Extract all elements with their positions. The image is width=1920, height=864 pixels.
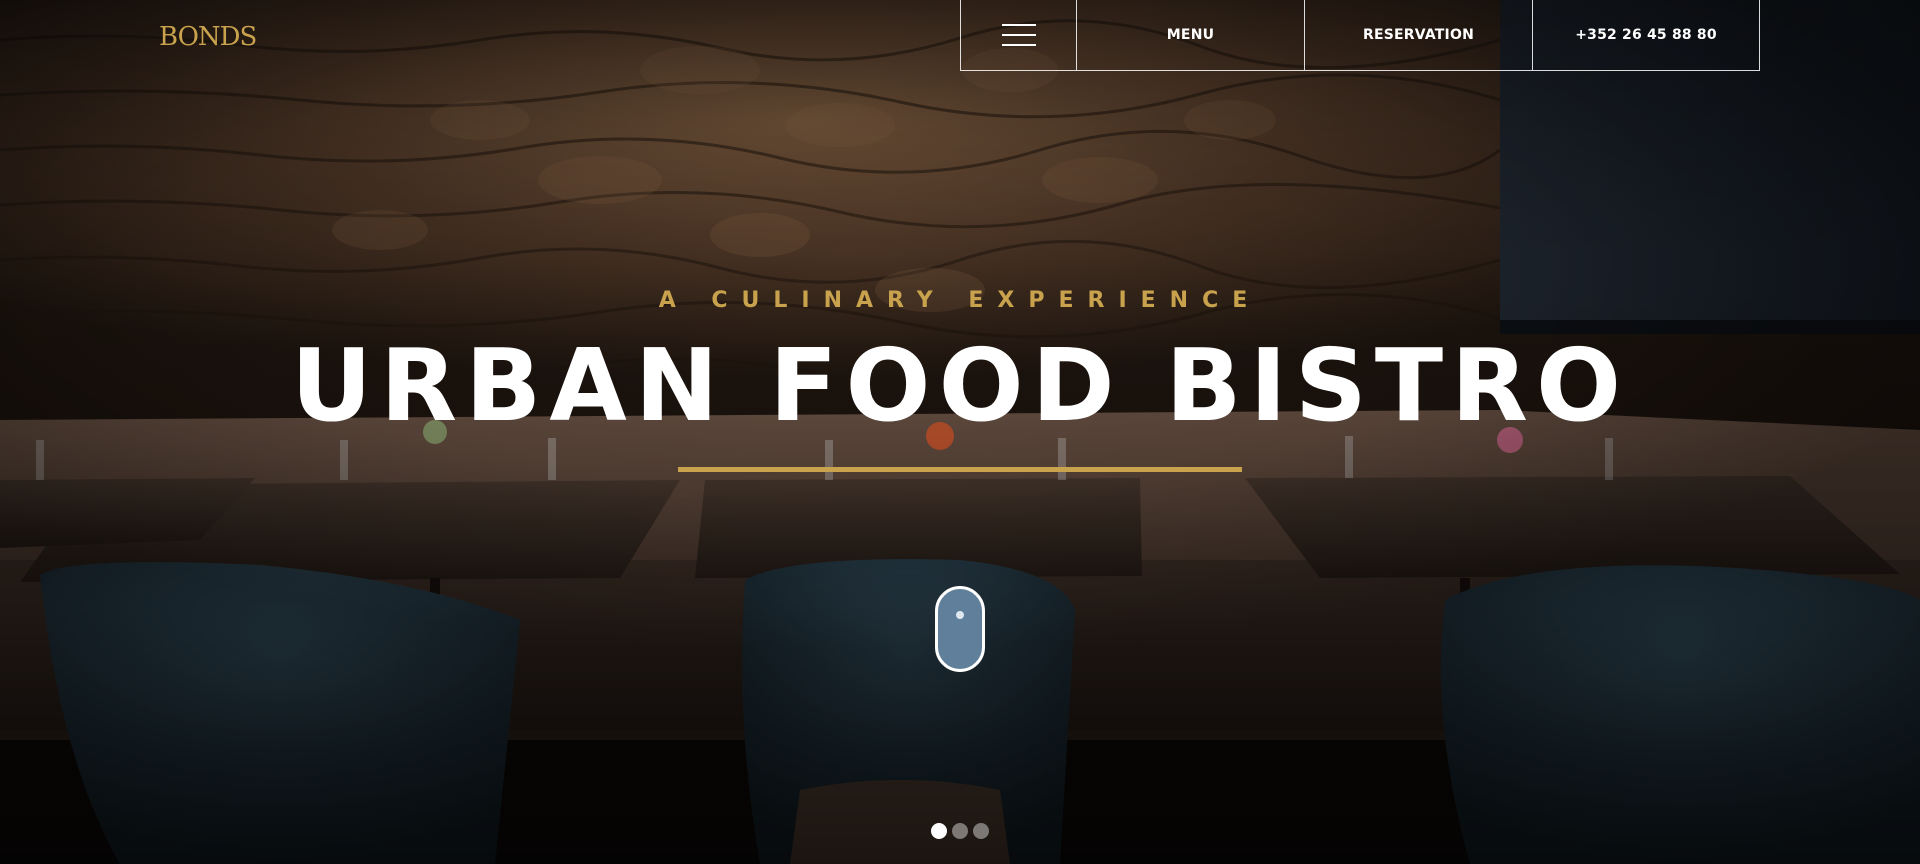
title-underline	[678, 467, 1242, 472]
slider-dot-2[interactable]	[952, 823, 968, 839]
hero-title: URBAN FOOD BISTRO	[290, 327, 1630, 444]
hero-tagline: A CULINARY EXPERIENCE	[658, 288, 1262, 313]
hamburger-line	[1001, 24, 1036, 26]
mouse-scroll-icon[interactable]	[935, 586, 985, 672]
hamburger-icon[interactable]	[961, 0, 1077, 70]
top-navigation: MENU RESERVATION +352 26 45 88 80	[960, 0, 1760, 71]
slider-pagination	[931, 823, 989, 839]
slider-dot-1[interactable]	[931, 823, 947, 839]
slider-dot-3[interactable]	[973, 823, 989, 839]
hamburger-line	[1001, 34, 1036, 36]
scroll-wheel-dot	[956, 611, 964, 619]
nav-phone-link[interactable]: +352 26 45 88 80	[1533, 0, 1759, 70]
nav-link-reservation[interactable]: RESERVATION	[1305, 0, 1533, 70]
brand-logo[interactable]: BONDS	[159, 22, 257, 52]
hamburger-line	[1001, 44, 1036, 46]
nav-link-menu[interactable]: MENU	[1077, 0, 1305, 70]
